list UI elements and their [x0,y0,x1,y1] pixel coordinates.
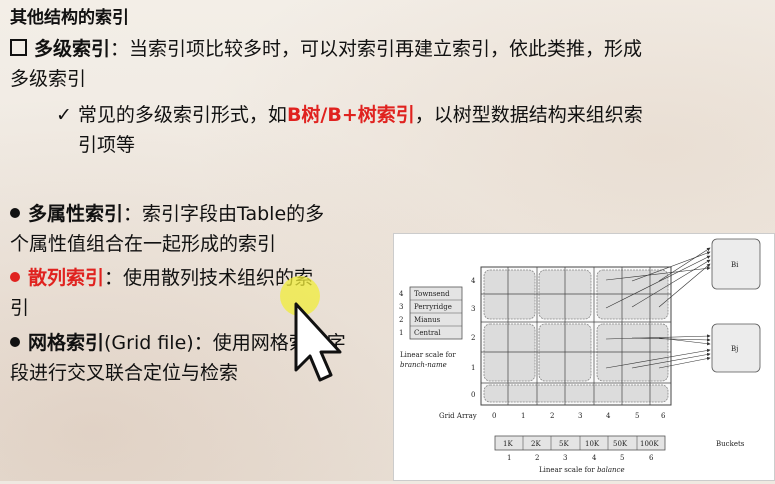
bullet-multilevel: 多级索引：当索引项比较多时，可以对索引再建立索引，依此类推，形成 [10,34,642,64]
bullet-multiattr: 多属性索引：索引字段由Table的多 [10,199,324,229]
balance-scale-value: 1K [503,440,513,448]
grid-row-label: 0 [471,391,475,399]
branch-scale-name: Mianus [414,316,441,324]
grid-col-label: 1 [521,412,525,420]
bullet-dot-icon [10,337,20,347]
checkbox-bullet-icon [10,39,27,56]
balance-scale-num: 4 [592,454,597,462]
branch-scale-num: 3 [399,303,403,311]
grid-array: 4 3 2 1 0 Grid Array 0 1 2 3 4 5 6 [439,266,672,420]
branch-scale-caption-name: branch-name [400,361,447,369]
balance-scale: 1K 2K 5K 10K 50K 100K 1 2 3 4 5 6 Linear… [494,435,666,474]
grid-col-label: 0 [492,412,496,420]
branch-name-scale: 4 3 2 1 Townsend Perryridge Mianus Centr… [399,286,463,369]
bucket-label: Bi [731,261,739,269]
grid-row-label: 2 [471,334,475,342]
checkmark-icon: ✓ [56,104,72,126]
bullet-dot-icon [10,208,20,218]
grid-col-label: 5 [635,412,639,420]
grid-array-label: Grid Array [439,412,477,420]
btree-text-pre: 常见的多级索引形式，如 [77,104,287,126]
balance-scale-value: 5K [559,440,569,448]
branch-scale-num: 2 [399,316,403,324]
slide-title: 其他结构的索引 [10,8,129,28]
multiattr-term: 多属性索引 [28,203,124,225]
grid-row-label: 3 [471,305,475,313]
branch-scale-name: Perryridge [414,303,452,311]
grid-row-label: 4 [471,277,476,285]
btree-text-post: ，以树型数据结构来组织索 [414,104,643,126]
balance-scale-value: 2K [531,440,541,448]
hash-text-line2: 引 [10,297,30,319]
balance-scale-num: 2 [535,454,539,462]
bullet-dot-red-icon [10,272,20,282]
balance-scale-value: 50K [613,440,628,448]
branch-scale-caption: Linear scale for [400,351,456,359]
grid-text-line2: 段进行交叉联合定位与检索 [10,362,239,384]
grid-col-label: 3 [578,412,582,420]
grid-term: 网格索引 [28,332,105,354]
grid-row-label: 1 [471,364,475,372]
branch-scale-num: 1 [399,329,403,337]
grid-col-label: 4 [606,412,611,420]
branch-scale-name: Central [414,329,441,337]
multiattr-text-line2: 个属性值组合在一起形成的索引 [10,233,277,255]
branch-scale-num: 4 [399,290,404,298]
multilevel-text-line2: 多级索引 [10,68,87,90]
hash-term: 散列索引 [28,267,105,289]
grid-col-label: 6 [661,412,666,420]
branch-scale-name: Townsend [414,290,450,298]
balance-scale-caption: Linear scale for balance [539,466,625,474]
bucket-label: Bj [731,345,738,353]
btree-highlight: B树/B+树索引 [286,104,415,126]
balance-scale-num: 6 [649,454,654,462]
balance-scale-value: 10K [585,440,600,448]
balance-scale-value: 100K [640,440,659,448]
btree-text-line2: 引项等 [78,134,136,156]
balance-caption-prefix: Linear scale for [539,466,597,474]
grid-col-label: 2 [550,412,554,420]
grid-file-diagram: 4 3 2 1 Townsend Perryridge Mianus Centr… [393,233,775,481]
grid-file-svg: 4 3 2 1 Townsend Perryridge Mianus Centr… [399,238,761,474]
balance-scale-num: 5 [620,454,624,462]
multilevel-term: 多级索引 [34,38,111,60]
multiattr-text: ：索引字段由Table的多 [123,203,325,225]
balance-scale-num: 3 [563,454,567,462]
balance-caption-em: balance [597,466,625,474]
balance-scale-num: 1 [507,454,511,462]
bullet-hash: 散列索引：使用散列技术组织的索 [10,263,313,293]
sub-bullet-btree: ✓ 常见的多级索引形式，如B树/B+树索引，以树型数据结构来组织索 [56,100,643,130]
buckets-label: Buckets [716,440,745,448]
mouse-cursor-icon [280,272,350,396]
multilevel-text: ：当索引项比较多时，可以对索引再建立索引，依此类推，形成 [110,38,643,60]
